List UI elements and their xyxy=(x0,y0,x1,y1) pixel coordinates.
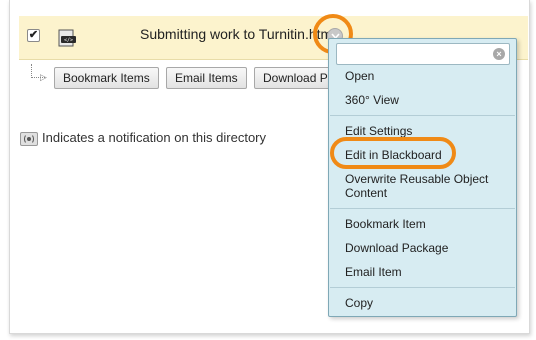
menu-item-bookmark-item[interactable]: Bookmark Item xyxy=(345,217,426,231)
callout-ring-edit-in-blackboard xyxy=(330,137,456,169)
menu-item-download-package[interactable]: Download Package xyxy=(345,241,448,255)
menu-item-copy[interactable]: Copy xyxy=(345,296,373,310)
html-file-icon: </> xyxy=(58,29,78,47)
bookmark-items-button[interactable]: Bookmark Items xyxy=(54,67,159,89)
close-icon[interactable]: × xyxy=(493,48,505,60)
email-items-button[interactable]: Email Items xyxy=(166,67,247,89)
download-package-button[interactable]: Download P xyxy=(254,67,330,89)
menu-item-360-view[interactable]: 360° View xyxy=(345,93,399,107)
menu-item-open[interactable]: Open xyxy=(345,69,374,83)
menu-item-overwrite-content[interactable]: Content xyxy=(345,186,387,200)
menu-header-box: × xyxy=(336,43,510,65)
menu-item-edit-settings[interactable]: Edit Settings xyxy=(345,124,412,138)
svg-text:</>: </> xyxy=(64,38,73,44)
menu-separator xyxy=(330,115,515,116)
connector-arrow-icon: ▷ xyxy=(40,72,47,82)
notification-legend-text: Indicates a notification on this directo… xyxy=(42,130,267,145)
menu-separator xyxy=(330,287,515,288)
item-title-link[interactable]: Submitting work to Turnitin.html xyxy=(140,26,335,42)
menu-item-email-item[interactable]: Email Item xyxy=(345,265,402,279)
item-context-menu: × Open 360° View Edit Settings Edit in B… xyxy=(328,38,517,317)
menu-item-overwrite-reusable-object[interactable]: Overwrite Reusable Object xyxy=(345,172,488,186)
menu-separator xyxy=(330,208,515,209)
item-checkbox[interactable]: ✔ xyxy=(27,29,40,42)
notification-icon xyxy=(20,132,38,146)
